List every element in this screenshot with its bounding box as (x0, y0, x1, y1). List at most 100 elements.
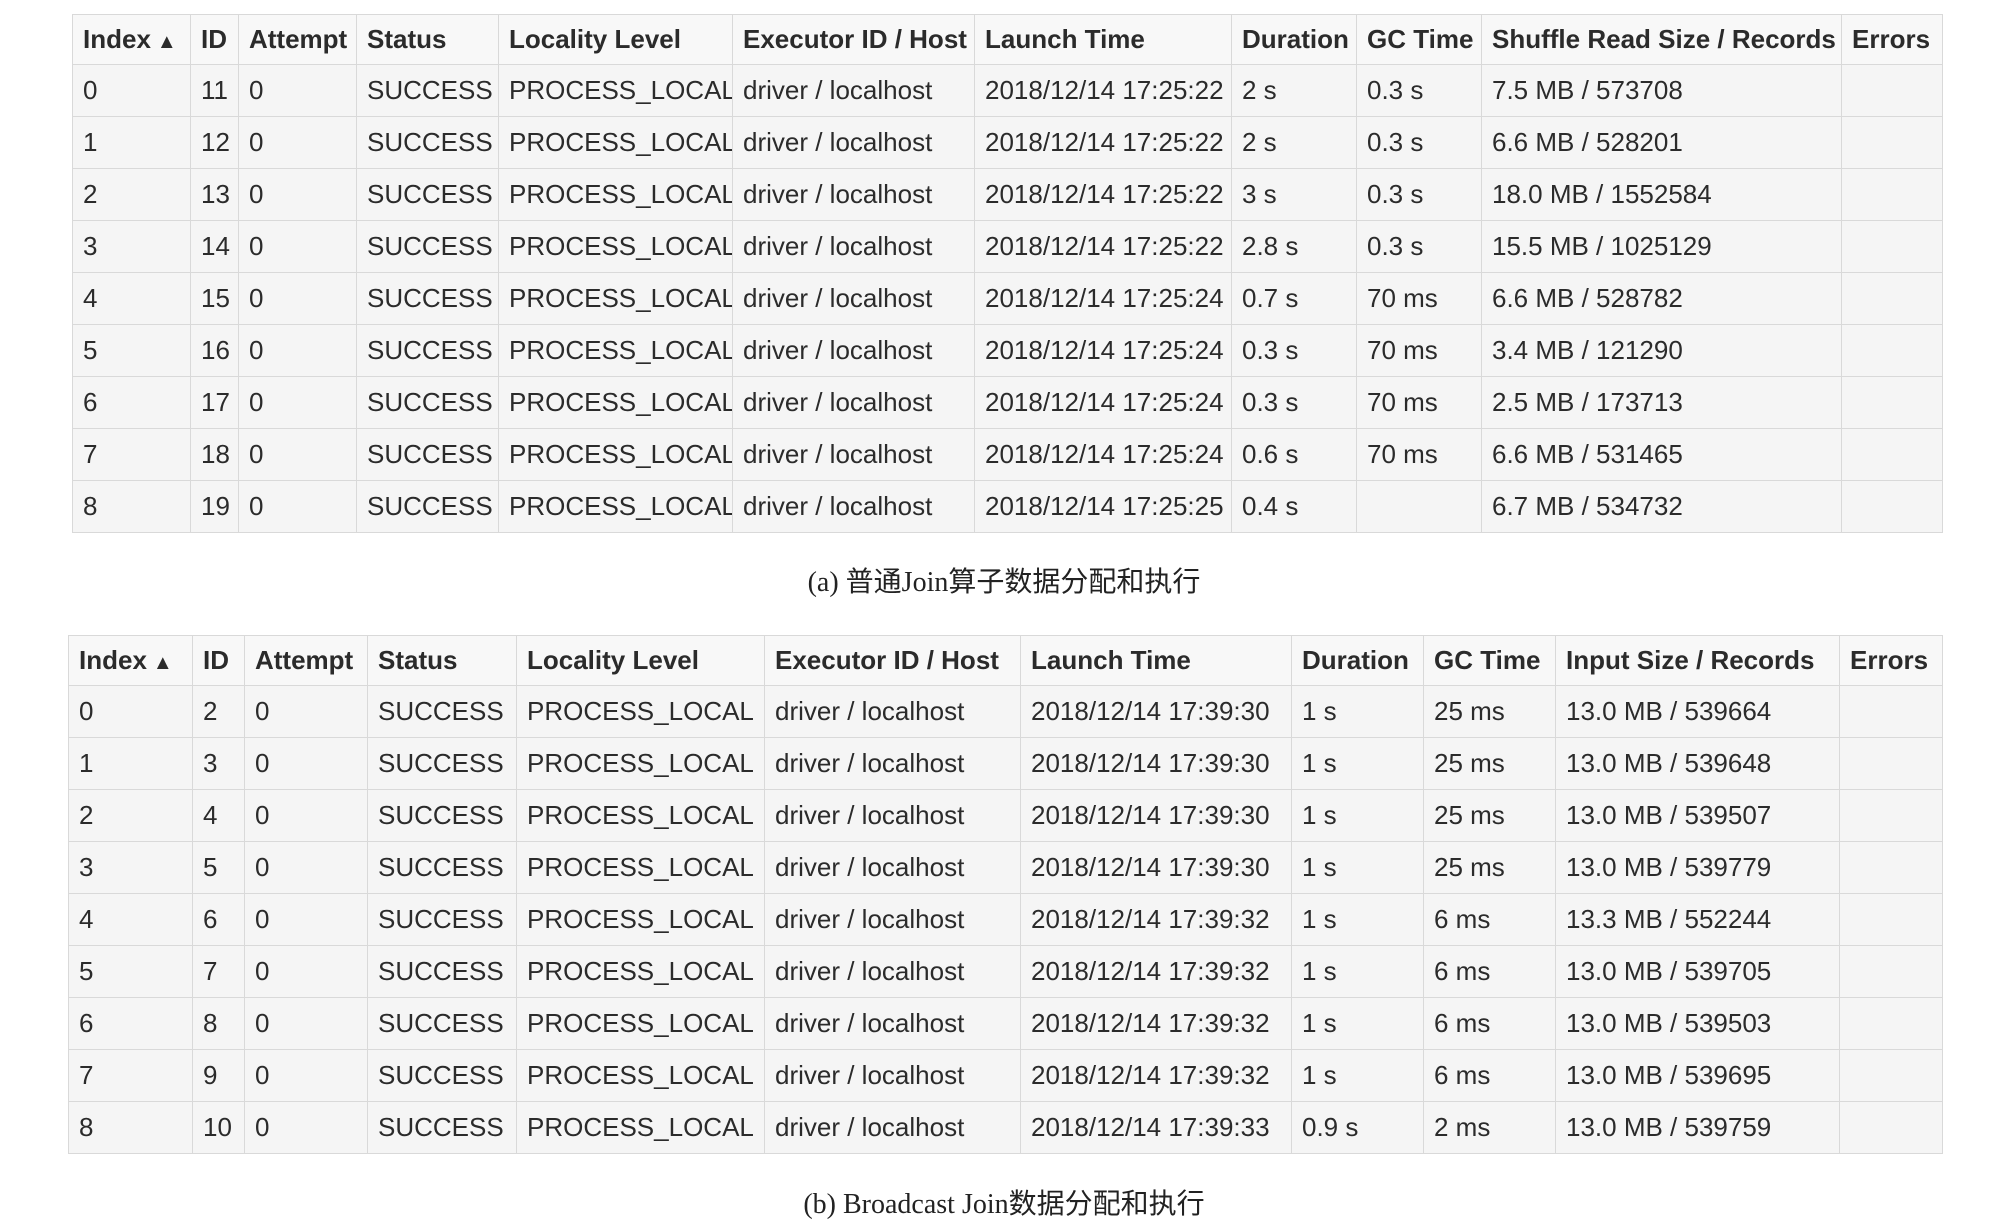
sort-ascending-icon: ▲ (152, 652, 173, 674)
column-header-label: Executor ID / Host (743, 24, 967, 54)
cell-executor-id-host: driver / localhost (732, 272, 975, 325)
column-header-gc-time[interactable]: GC Time (1423, 635, 1556, 686)
cell-executor-id-host: driver / localhost (732, 168, 975, 221)
cell-errors (1839, 1049, 1943, 1102)
cell-status: SUCCESS (356, 272, 499, 325)
cell-executor-id-host: driver / localhost (764, 1049, 1021, 1102)
column-header-attempt[interactable]: Attempt (244, 635, 368, 686)
column-header-shuffle-read-size-records[interactable]: Shuffle Read Size / Records (1481, 14, 1842, 65)
cell-input-size-records: 13.3 MB / 552244 (1555, 893, 1840, 946)
column-header-label: Errors (1852, 24, 1931, 54)
cell-index: 2 (68, 789, 193, 842)
cell-duration: 1 s (1291, 789, 1424, 842)
column-header-label: Errors (1850, 645, 1929, 675)
cell-input-size-records: 13.0 MB / 539759 (1555, 1101, 1840, 1154)
cell-locality-level: PROCESS_LOCAL (516, 1101, 765, 1154)
column-header-index[interactable]: Index ▲ (68, 635, 193, 686)
cell-index: 0 (72, 64, 191, 117)
cell-attempt: 0 (238, 428, 357, 481)
column-header-status[interactable]: Status (356, 14, 499, 65)
column-header-executor-id-host[interactable]: Executor ID / Host (764, 635, 1021, 686)
column-header-gc-time[interactable]: GC Time (1356, 14, 1482, 65)
column-header-status[interactable]: Status (367, 635, 517, 686)
cell-locality-level: PROCESS_LOCAL (498, 64, 733, 117)
column-header-duration[interactable]: Duration (1231, 14, 1357, 65)
cell-id: 4 (192, 789, 245, 842)
column-header-errors[interactable]: Errors (1841, 14, 1943, 65)
column-header-label: Attempt (255, 645, 354, 675)
cell-attempt: 0 (244, 1049, 368, 1102)
cell-duration: 0.7 s (1231, 272, 1357, 325)
cell-launch-time: 2018/12/14 17:25:22 (974, 64, 1232, 117)
cell-shuffle-read-size-records: 7.5 MB / 573708 (1481, 64, 1842, 117)
cell-launch-time: 2018/12/14 17:39:32 (1020, 945, 1292, 998)
column-header-executor-id-host[interactable]: Executor ID / Host (732, 14, 975, 65)
cell-status: SUCCESS (367, 685, 517, 738)
cell-gc-time: 0.3 s (1356, 168, 1482, 221)
table-body: 0 11 0 SUCCESS PROCESS_LOCAL driver / localho… (72, 64, 1943, 533)
table-row: 3 5 0 SUCCESS PROCESS_LOCAL driver / localhos… (68, 841, 1943, 894)
column-header-attempt[interactable]: Attempt (238, 14, 357, 65)
cell-errors (1841, 428, 1943, 481)
table-row: 0 11 0 SUCCESS PROCESS_LOCAL driver / localho… (72, 64, 1943, 117)
header-row: Index ▲ ID Attempt Status Locality Level Execu… (68, 635, 1943, 686)
cell-attempt: 0 (238, 324, 357, 377)
table-row: 2 13 0 SUCCESS PROCESS_LOCAL driver / localho… (72, 168, 1943, 221)
column-header-index[interactable]: Index ▲ (72, 14, 191, 65)
cell-launch-time: 2018/12/14 17:39:32 (1020, 893, 1292, 946)
column-header-id[interactable]: ID (192, 635, 245, 686)
column-header-duration[interactable]: Duration (1291, 635, 1424, 686)
cell-status: SUCCESS (356, 376, 499, 429)
cell-index: 1 (68, 737, 193, 790)
cell-duration: 2.8 s (1231, 220, 1357, 273)
cell-errors (1841, 480, 1943, 533)
cell-duration: 0.9 s (1291, 1101, 1424, 1154)
cell-attempt: 0 (238, 480, 357, 533)
column-header-locality-level[interactable]: Locality Level (498, 14, 733, 65)
table-row: 4 6 0 SUCCESS PROCESS_LOCAL driver / localhos… (68, 893, 1943, 946)
column-header-label: Input Size / Records (1566, 645, 1815, 675)
table-row: 7 18 0 SUCCESS PROCESS_LOCAL driver / localho… (72, 428, 1943, 481)
cell-launch-time: 2018/12/14 17:39:33 (1020, 1101, 1292, 1154)
cell-index: 5 (68, 945, 193, 998)
cell-executor-id-host: driver / localhost (764, 893, 1021, 946)
cell-status: SUCCESS (356, 168, 499, 221)
cell-executor-id-host: driver / localhost (764, 841, 1021, 894)
column-header-input-size-records[interactable]: Input Size / Records (1555, 635, 1840, 686)
cell-status: SUCCESS (356, 64, 499, 117)
column-header-id[interactable]: ID (190, 14, 239, 65)
cell-duration: 1 s (1291, 997, 1424, 1050)
cell-duration: 0.6 s (1231, 428, 1357, 481)
column-header-label: ID (201, 24, 227, 54)
cell-attempt: 0 (244, 841, 368, 894)
cell-duration: 1 s (1291, 737, 1424, 790)
cell-locality-level: PROCESS_LOCAL (516, 685, 765, 738)
cell-input-size-records: 13.0 MB / 539648 (1555, 737, 1840, 790)
cell-attempt: 0 (238, 116, 357, 169)
column-header-label: Status (367, 24, 447, 54)
cell-launch-time: 2018/12/14 17:25:22 (974, 116, 1232, 169)
column-header-launch-time[interactable]: Launch Time (1020, 635, 1292, 686)
cell-errors (1841, 64, 1943, 117)
cell-locality-level: PROCESS_LOCAL (498, 272, 733, 325)
table-row: 0 2 0 SUCCESS PROCESS_LOCAL driver / localhos… (68, 685, 1943, 738)
cell-shuffle-read-size-records: 2.5 MB / 173713 (1481, 376, 1842, 429)
cell-locality-level: PROCESS_LOCAL (516, 841, 765, 894)
cell-locality-level: PROCESS_LOCAL (498, 324, 733, 377)
cell-index: 7 (68, 1049, 193, 1102)
cell-attempt: 0 (238, 64, 357, 117)
cell-index: 3 (68, 841, 193, 894)
cell-locality-level: PROCESS_LOCAL (516, 893, 765, 946)
cell-index: 7 (72, 428, 191, 481)
cell-id: 15 (190, 272, 239, 325)
column-header-label: Index (79, 645, 147, 675)
column-header-errors[interactable]: Errors (1839, 635, 1943, 686)
cell-status: SUCCESS (356, 220, 499, 273)
cell-id: 19 (190, 480, 239, 533)
column-header-locality-level[interactable]: Locality Level (516, 635, 765, 686)
cell-index: 5 (72, 324, 191, 377)
column-header-label: GC Time (1434, 645, 1541, 675)
table-row: 6 17 0 SUCCESS PROCESS_LOCAL driver / localho… (72, 376, 1943, 429)
cell-executor-id-host: driver / localhost (764, 997, 1021, 1050)
column-header-launch-time[interactable]: Launch Time (974, 14, 1232, 65)
